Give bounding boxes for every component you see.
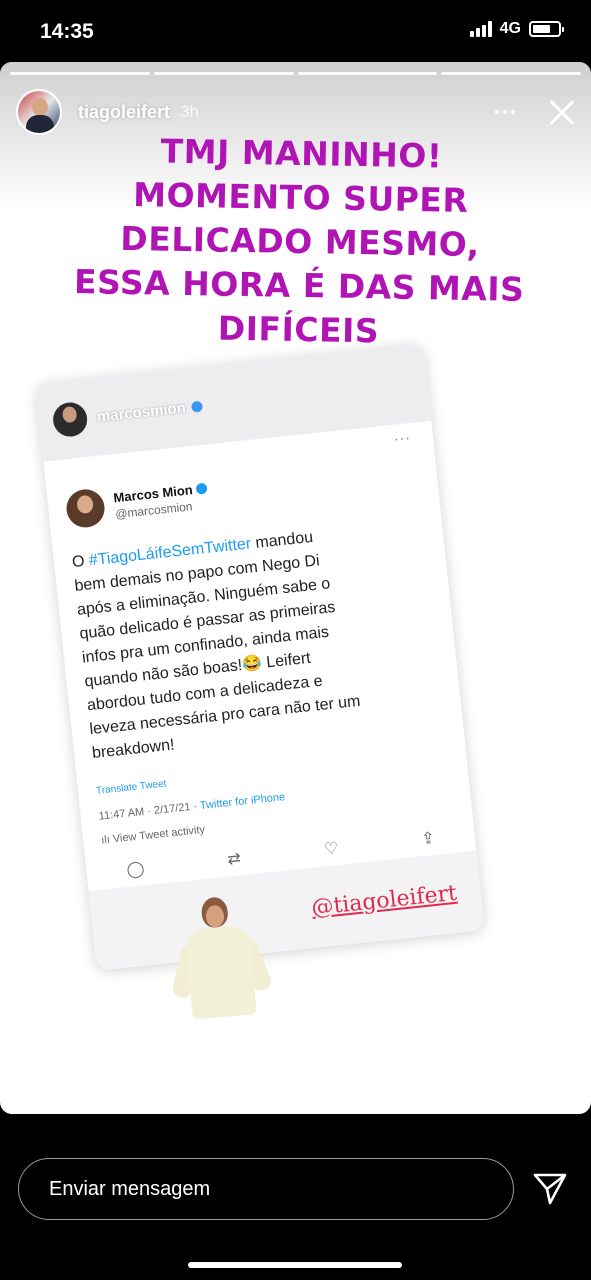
progress-segment: [441, 72, 581, 75]
caption-line: DIFÍCEIS: [217, 308, 380, 351]
progress-segment: [10, 72, 150, 75]
person-sticker: [170, 893, 275, 1030]
mention-tag[interactable]: @tiagoleifert: [310, 880, 458, 920]
like-icon: ♡: [323, 839, 340, 859]
caption-line: ESSA HORA É DAS MAIS: [73, 262, 525, 309]
tweet-screenshot: marcosmion ··· Marcos Mion @marcosmion O…: [35, 343, 485, 971]
share-icon: ⇪: [420, 829, 436, 849]
close-icon[interactable]: [543, 94, 579, 130]
tweet-text: O #TiagoLáifeSemTwitter mandou bem demai…: [71, 528, 362, 763]
progress-segment: [153, 72, 294, 75]
embedded-post[interactable]: marcosmion ··· Marcos Mion @marcosmion O…: [35, 343, 485, 971]
time-ago: 3h: [180, 102, 199, 121]
verified-badge-icon: [195, 482, 209, 495]
embedded-post-avatar: [51, 400, 89, 439]
send-message-input[interactable]: Enviar mensagem: [18, 1158, 514, 1220]
username[interactable]: tiagoleifert: [78, 102, 170, 123]
tweet-author-avatar: [64, 487, 107, 530]
verified-badge-icon: [191, 400, 204, 413]
network-type: 4G: [499, 20, 521, 37]
story-frame[interactable]: tiagoleifert 3h TMJ MANINHO! MOMENTO SUP…: [0, 62, 591, 1114]
status-indicators: 4G: [469, 20, 564, 38]
more-options-icon[interactable]: [495, 110, 515, 114]
embedded-post-username: marcosmion: [96, 398, 187, 426]
embedded-post-header: marcosmion: [35, 343, 432, 462]
send-message-placeholder: Enviar mensagem: [49, 1177, 211, 1200]
progress-segment: [297, 72, 438, 75]
retweet-icon: ⇄: [226, 850, 242, 869]
story-progress-bar: [10, 72, 581, 75]
reply-icon: ◯: [125, 860, 146, 880]
status-time: 14:35: [40, 20, 94, 43]
status-bar: 14:35 4G: [0, 0, 591, 62]
battery-icon: [529, 21, 564, 37]
tweet-more-icon: ···: [393, 429, 412, 447]
signal-icon: [469, 21, 492, 37]
home-indicator: [188, 1262, 402, 1268]
story-caption: TMJ MANINHO! MOMENTO SUPER DELICADO MESM…: [38, 127, 562, 356]
send-icon[interactable]: [532, 1172, 568, 1206]
